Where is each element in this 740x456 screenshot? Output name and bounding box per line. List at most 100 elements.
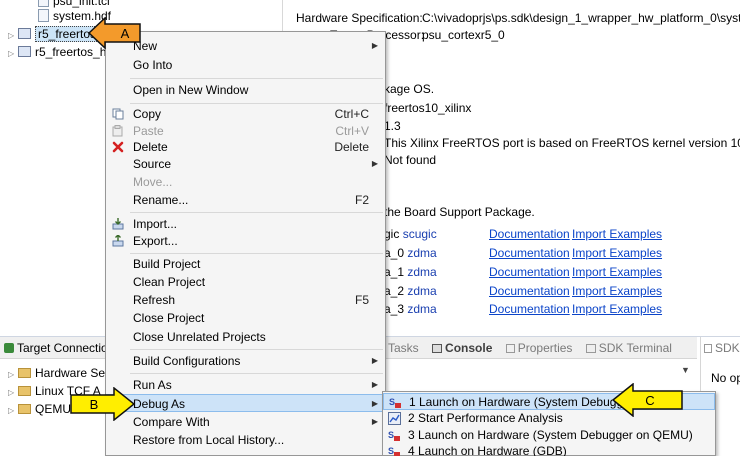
context-menu: New ▶ Go Into Open in New Window Copy Ctrl…	[105, 31, 386, 456]
import-examples-link[interactable]: Import Examples	[572, 284, 662, 298]
chevron-right-icon[interactable]: ▷	[8, 45, 18, 62]
folder-icon	[18, 404, 31, 414]
menu-item-go-into[interactable]: Go Into	[106, 56, 385, 74]
callout-a-label: A	[121, 26, 130, 41]
documentation-link[interactable]: Documentation	[489, 246, 570, 260]
menu-separator	[130, 373, 383, 374]
tab-sdk-terminal[interactable]: SDK Terminal	[585, 337, 672, 359]
chevron-right-icon: ▶	[371, 380, 378, 389]
callout-c-arrow-icon: C	[612, 383, 683, 417]
menu-item-close-unrelated[interactable]: Close Unrelated Projects	[106, 328, 385, 346]
driver-row: a_2 zdma	[384, 284, 437, 298]
chevron-right-icon[interactable]: ▷	[8, 27, 18, 44]
documentation-link[interactable]: Documentation	[489, 284, 570, 298]
folder-icon	[18, 386, 31, 396]
log-icon	[704, 344, 712, 353]
import-examples-link[interactable]: Import Examples	[572, 246, 662, 260]
performance-icon	[388, 412, 401, 425]
tc-item-hardware-server[interactable]: ▷ Hardware Serv	[8, 365, 115, 382]
import-examples-link[interactable]: Import Examples	[572, 227, 662, 241]
chevron-right-icon: ▶	[371, 417, 378, 426]
properties-icon	[505, 344, 515, 353]
driver-row: a_0 zdma	[384, 246, 437, 260]
project-icon	[18, 46, 31, 57]
documentation-link[interactable]: Documentation	[489, 265, 570, 279]
documentation-link[interactable]: Documentation	[489, 227, 570, 241]
chevron-right-icon: ▶	[371, 356, 378, 365]
callout-c-label: C	[645, 393, 654, 408]
os-description: This Xilinx FreeRTOS port is based on Fr…	[384, 136, 740, 150]
menu-item-restore-history[interactable]: Restore from Local History...	[106, 431, 385, 449]
menu-separator	[130, 103, 383, 104]
callout-b-label: B	[90, 397, 99, 412]
os-name: freertos10_xilinx	[384, 101, 472, 115]
file-icon	[38, 9, 49, 22]
menu-item-open-new-window[interactable]: Open in New Window	[106, 81, 385, 99]
bsp-heading: the Board Support Package.	[384, 205, 535, 219]
menu-item-run-as[interactable]: Run As ▶	[106, 376, 385, 394]
project-icon	[18, 28, 31, 39]
tab-console[interactable]: Console	[432, 337, 492, 359]
menu-item-move[interactable]: Move...	[106, 173, 385, 191]
chevron-right-icon: ▶	[371, 159, 378, 168]
menu-item-copy[interactable]: Copy Ctrl+C	[106, 105, 385, 123]
menu-item-build-configurations[interactable]: Build Configurations ▶	[106, 352, 385, 370]
chevron-right-icon: ▶	[371, 399, 378, 408]
view-menu-icon[interactable]: ▼	[681, 365, 690, 375]
tab-sdk-log[interactable]: SDK	[704, 341, 740, 355]
debug-launch-icon: S	[388, 446, 400, 456]
menu-item-delete[interactable]: Delete Delete	[106, 138, 385, 156]
chevron-right-icon: ▶	[371, 41, 378, 50]
driver-row: a_3 zdma	[384, 302, 437, 316]
menu-item-refresh[interactable]: Refresh F5	[106, 291, 385, 309]
target-processor-value: psu_cortexr5_0	[422, 28, 505, 42]
os-heading: kage OS.	[384, 82, 435, 96]
menu-separator	[130, 212, 383, 213]
console-icon	[432, 344, 443, 353]
menu-item-build-project[interactable]: Build Project	[106, 255, 385, 273]
right-pane-text: No op	[711, 371, 740, 385]
delete-icon	[112, 141, 124, 153]
import-examples-link[interactable]: Import Examples	[572, 302, 662, 316]
chevron-right-icon[interactable]: ▷	[8, 384, 18, 401]
hw-spec-label: Hardware Specification:	[296, 11, 423, 25]
tab-tasks[interactable]: Tasks	[388, 337, 419, 359]
menu-item-export[interactable]: Export...	[106, 232, 385, 250]
terminal-icon	[585, 344, 596, 353]
menu-item-new[interactable]: New ▶	[106, 37, 385, 55]
driver-row: a_1 zdma	[384, 265, 437, 279]
submenu-item-launch-gdb[interactable]: S 4 Launch on Hardware (GDB)	[383, 443, 715, 456]
file-icon	[38, 0, 49, 7]
menu-item-rename[interactable]: Rename... F2	[106, 191, 385, 209]
tc-item-qemu[interactable]: ▷ QEMU	[8, 401, 71, 418]
menu-separator	[130, 78, 383, 79]
os-version: 1.3	[384, 119, 401, 133]
svg-text:S: S	[388, 430, 394, 440]
documentation-link[interactable]: Documentation	[489, 302, 570, 316]
export-icon	[112, 235, 124, 247]
paste-icon	[112, 125, 123, 137]
tab-properties[interactable]: Properties	[505, 337, 572, 359]
menu-item-close-project[interactable]: Close Project	[106, 309, 385, 327]
menu-item-compare-with[interactable]: Compare With ▶	[106, 413, 385, 431]
hw-spec-value: C:\vivadoprjs\ps.sdk\design_1_wrapper_hw…	[422, 11, 740, 25]
menu-item-source[interactable]: Source ▶	[106, 155, 385, 173]
debug-launch-icon: S	[389, 397, 401, 408]
menu-item-clean-project[interactable]: Clean Project	[106, 273, 385, 291]
svg-text:S: S	[388, 446, 394, 456]
menu-item-debug-as[interactable]: Debug As ▶	[106, 394, 385, 412]
submenu-item-launch-qemu[interactable]: S 3 Launch on Hardware (System Debugger …	[383, 427, 715, 444]
chevron-right-icon[interactable]: ▷	[8, 402, 18, 419]
target-connections-icon	[4, 343, 14, 353]
os-status: Not found	[384, 153, 437, 167]
import-examples-link[interactable]: Import Examples	[572, 265, 662, 279]
driver-row: gic scugic	[384, 227, 437, 241]
menu-item-import[interactable]: Import...	[106, 215, 385, 233]
chevron-right-icon[interactable]: ▷	[8, 366, 18, 383]
menu-separator	[130, 253, 383, 254]
folder-icon	[18, 368, 31, 378]
debug-launch-icon: S	[388, 430, 400, 441]
menu-separator	[130, 349, 383, 350]
svg-text:S: S	[389, 397, 395, 407]
import-icon	[112, 218, 124, 230]
